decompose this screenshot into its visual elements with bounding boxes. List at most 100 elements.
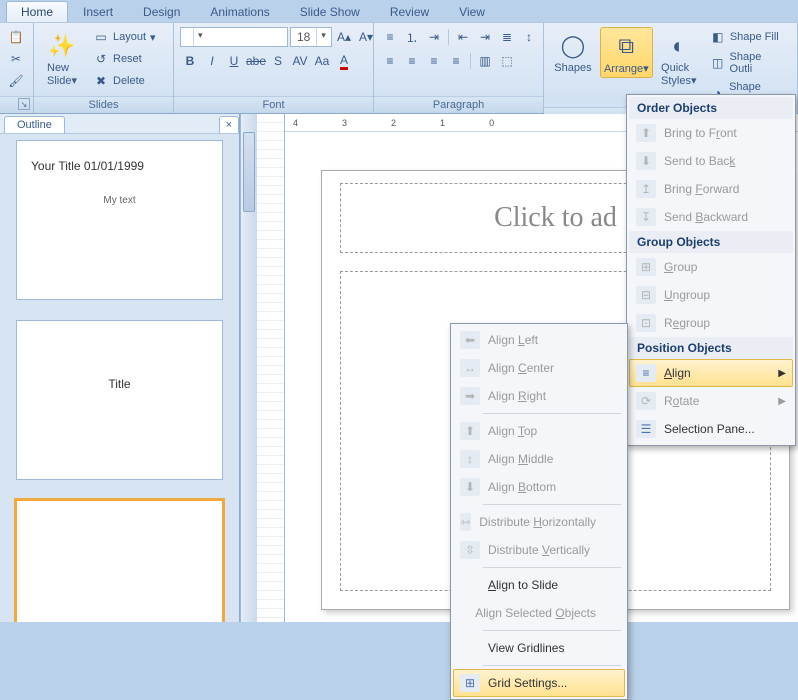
group-item[interactable]: ⊞Group [629, 253, 793, 281]
align-right-item[interactable]: ➡Align Right [453, 382, 625, 410]
tab-review[interactable]: Review [375, 1, 444, 22]
tab-view[interactable]: View [444, 1, 500, 22]
arrange-button[interactable]: ⧉Arrange▾ [600, 27, 653, 78]
increase-indent-button[interactable]: ⇥ [475, 27, 495, 47]
format-painter-button[interactable]: 🖌 [6, 71, 26, 91]
vertical-ruler [257, 114, 285, 622]
dist-v-icon: ⇳ [460, 541, 480, 559]
align-right-button[interactable]: ≡ [424, 51, 444, 71]
convert-smartart-button[interactable]: ⬚ [497, 51, 517, 71]
layout-button[interactable]: ▭Layout▾ [88, 27, 161, 47]
position-objects-header: Position Objects [629, 337, 793, 359]
bold-button[interactable]: B [180, 51, 200, 71]
paste-button[interactable]: 📋 [6, 27, 26, 47]
align-top-item[interactable]: ⬆Align Top [453, 417, 625, 445]
rotate-icon: ⟳ [636, 392, 656, 410]
shape-fill-button[interactable]: ◧Shape Fill [705, 27, 791, 47]
grow-font-button[interactable]: A▴ [334, 27, 354, 47]
ribbon-tabs: Home Insert Design Animations Slide Show… [0, 0, 798, 22]
tab-slideshow[interactable]: Slide Show [285, 1, 375, 22]
decrease-indent-button[interactable]: ⇤ [453, 27, 473, 47]
divider [483, 504, 621, 505]
align-center-item[interactable]: ↔Align Center [453, 354, 625, 382]
scroll-thumb[interactable] [243, 132, 255, 212]
align-item[interactable]: ≡Align▶ [629, 359, 793, 387]
font-name-combo[interactable]: ▾ [180, 27, 288, 47]
shapes-icon: ◯ [557, 30, 589, 62]
delete-button[interactable]: ✖Delete [88, 71, 161, 91]
align-center-button[interactable]: ≡ [402, 51, 422, 71]
rotate-item[interactable]: ⟳Rotate▶ [629, 387, 793, 415]
shadow-button[interactable]: S [268, 51, 288, 71]
reset-button[interactable]: ↺Reset [88, 49, 161, 69]
italic-button[interactable]: I [202, 51, 222, 71]
group-clipboard: 📋 ✂ 🖌 ↘ [0, 23, 34, 113]
bring-front-icon: ⬆ [636, 124, 656, 142]
selection-pane-item[interactable]: ☰Selection Pane... [629, 415, 793, 443]
close-pane-button[interactable]: × [219, 116, 239, 133]
shape-outline-button[interactable]: ◫Shape Outli [705, 49, 791, 77]
list-level-button[interactable]: ⇥ [424, 27, 444, 47]
tab-design[interactable]: Design [128, 1, 195, 22]
regroup-item[interactable]: ⊡Regroup [629, 309, 793, 337]
bring-fwd-icon: ↥ [636, 180, 656, 198]
send-backward-item[interactable]: ↧Send Backward [629, 203, 793, 231]
numbering-button[interactable]: ⒈ [402, 27, 422, 47]
align-icon: ≡ [636, 364, 656, 382]
font-size-combo[interactable]: 18▾ [290, 27, 332, 47]
brush-icon: 🖌 [8, 73, 24, 89]
send-back-icon: ⬇ [636, 152, 656, 170]
bullets-button[interactable]: ≡ [380, 27, 400, 47]
group-label-font: Font [174, 96, 373, 113]
quick-styles-button[interactable]: ◐QuickStyles▾ [657, 27, 701, 90]
align-middle-item[interactable]: ↕Align Middle [453, 445, 625, 473]
underline-button[interactable]: U [224, 51, 244, 71]
cut-button[interactable]: ✂ [6, 49, 26, 69]
columns-button[interactable]: ▥ [475, 51, 495, 71]
distribute-vertically-item[interactable]: ⇳Distribute Vertically [453, 536, 625, 564]
font-color-button[interactable]: A [334, 51, 354, 71]
bring-forward-item[interactable]: ↥Bring Forward [629, 175, 793, 203]
dist-h-icon: ⇿ [460, 513, 471, 531]
align-selected-objects-item[interactable]: Align Selected Objects [453, 599, 625, 627]
strike-button[interactable]: abe [246, 51, 266, 71]
thumb-title: Your Title 01/01/1999 [31, 159, 208, 173]
text-direction-button[interactable]: ↕ [519, 27, 539, 47]
thumb-sub: My text [31, 195, 208, 206]
outline-tab[interactable]: Outline [4, 116, 65, 133]
delete-icon: ✖ [93, 73, 109, 89]
shapes-button[interactable]: ◯Shapes [550, 27, 596, 77]
spacing-button[interactable]: AV [290, 51, 310, 71]
clipboard-launcher[interactable]: ↘ [18, 98, 30, 110]
arrange-menu: Order Objects ⬆Bring to Front ⬇Send to B… [626, 94, 796, 446]
outline-scrollbar[interactable] [240, 114, 257, 622]
send-to-back-item[interactable]: ⬇Send to Back [629, 147, 793, 175]
bring-to-front-item[interactable]: ⬆Bring to Front [629, 119, 793, 147]
align-left-item[interactable]: ⬅Align Left [453, 326, 625, 354]
distribute-horizontally-item[interactable]: ⇿Distribute Horizontally [453, 508, 625, 536]
align-center-icon: ↔ [460, 359, 480, 377]
tab-animations[interactable]: Animations [195, 1, 284, 22]
ungroup-item[interactable]: ⊟Ungroup [629, 281, 793, 309]
chevron-right-icon: ▶ [778, 368, 786, 379]
tab-home[interactable]: Home [6, 1, 68, 22]
grid-settings-item[interactable]: ⊞Grid Settings... [453, 669, 625, 697]
chevron-right-icon: ▶ [778, 396, 786, 407]
group-label-clipboard: ↘ [0, 96, 33, 113]
case-button[interactable]: Aa [312, 51, 332, 71]
tab-insert[interactable]: Insert [68, 1, 128, 22]
slide-thumb-2[interactable]: Title [16, 320, 223, 480]
layout-icon: ▭ [93, 29, 109, 45]
align-bottom-item[interactable]: ⬇Align Bottom [453, 473, 625, 501]
line-spacing-button[interactable]: ≣ [497, 27, 517, 47]
view-gridlines-item[interactable]: View Gridlines [453, 634, 625, 662]
align-to-slide-item[interactable]: Align to Slide [453, 571, 625, 599]
shrink-font-button[interactable]: A▾ [356, 27, 376, 47]
new-slide-button[interactable]: ✨ NewSlide▾ [40, 27, 84, 90]
selection-pane-icon: ☰ [636, 420, 656, 438]
slide-thumb-1[interactable]: Your Title 01/01/1999 My text [16, 140, 223, 300]
justify-button[interactable]: ≡ [446, 51, 466, 71]
slides-list[interactable]: Your Title 01/01/1999 My text Title [0, 134, 239, 622]
align-left-button[interactable]: ≡ [380, 51, 400, 71]
slide-thumb-3[interactable] [16, 500, 223, 622]
